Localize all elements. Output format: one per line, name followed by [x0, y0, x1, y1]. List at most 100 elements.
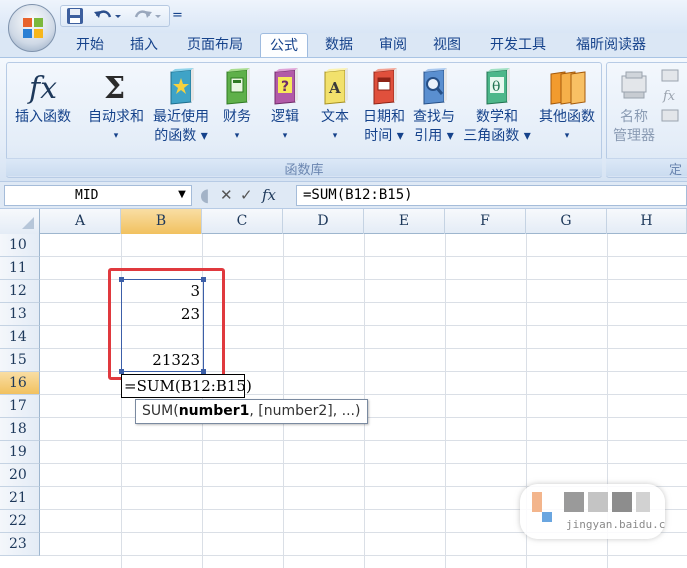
insert-function-fx-icon[interactable]: fx — [262, 185, 276, 206]
formula-controls: ◖ ✕ ✓ fx — [196, 185, 292, 206]
column-header-c[interactable]: C — [202, 209, 283, 234]
row-header-17[interactable]: 17 — [0, 395, 40, 418]
lookup-reference-line1: 查找与 — [413, 109, 455, 125]
svg-text:Σ: Σ — [104, 71, 125, 106]
name-box[interactable]: MID — [4, 185, 192, 206]
tab-data[interactable]: 数据 — [318, 33, 360, 57]
row-header-20[interactable]: 20 — [0, 464, 40, 487]
math-trig-button[interactable]: θ 数学和 三角函数 ▾ — [460, 66, 534, 146]
cell-b16-editor[interactable]: =SUM(B12:B15) — [121, 374, 252, 398]
ribbon: 函数库 定 fx 插入函数 Σ 自动求和 ▾ 最近使用 的函数 ▾ 财务 ▾ ?… — [0, 57, 687, 181]
financial-dropdown-icon: ▾ — [234, 131, 240, 141]
tab-insert[interactable]: 插入 — [124, 33, 164, 57]
lookup-reference-line2: 引用 ▾ — [414, 128, 454, 144]
formula-bar: MID ▼ ◖ ✕ ✓ fx =SUM(B12:B15) — [0, 181, 687, 209]
insert-function-button[interactable]: fx 插入函数 — [8, 66, 78, 127]
autosum-label: 自动求和 — [88, 109, 144, 125]
text-label: 文本 — [321, 109, 349, 125]
sigma-icon: Σ — [104, 71, 125, 106]
tab-home[interactable]: 开始 — [70, 33, 110, 57]
financial-button[interactable]: 财务 ▾ — [216, 66, 258, 146]
row-header-19[interactable]: 19 — [0, 441, 40, 464]
row-header-14[interactable]: 14 — [0, 326, 40, 349]
select-all-corner[interactable] — [0, 209, 40, 234]
office-button[interactable] — [8, 4, 56, 52]
more-functions-dropdown-icon: ▾ — [564, 131, 570, 141]
undo-icon[interactable] — [92, 7, 122, 25]
text-button[interactable]: A 文本 ▾ — [314, 66, 356, 146]
watermark-logo — [564, 492, 584, 512]
tab-foxit-reader[interactable]: 福昕阅读器 — [566, 33, 656, 57]
column-header-b[interactable]: B — [121, 209, 202, 234]
gridline — [445, 234, 446, 568]
defined-names-label: 定 — [606, 158, 687, 178]
name-manager-line2: 管理器 — [613, 128, 655, 144]
row-header-13[interactable]: 13 — [0, 303, 40, 326]
name-manager-button[interactable]: 名称 管理器 — [608, 66, 660, 146]
redo-icon[interactable] — [131, 7, 163, 25]
row-header-18[interactable]: 18 — [0, 418, 40, 441]
tab-developer[interactable]: 开发工具 — [482, 33, 554, 57]
watermark-logo — [588, 492, 608, 512]
tab-view[interactable]: 视图 — [426, 33, 468, 57]
tab-review[interactable]: 审阅 — [372, 33, 414, 57]
recently-used-line2: 的函数 ▾ — [154, 128, 208, 144]
ribbon-tab-bar: 开始 插入 页面布局 公式 数据 审阅 视图 开发工具 福昕阅读器 — [0, 33, 687, 57]
function-argument-tooltip: SUM(number1, [number2], ...) — [135, 399, 368, 424]
math-trig-line2: 三角函数 ▾ — [463, 128, 531, 144]
insert-function-label: 插入函数 — [15, 109, 71, 125]
math-book-icon: θ — [486, 68, 510, 105]
date-time-line1: 日期和 — [363, 109, 405, 125]
row-header-12[interactable]: 12 — [0, 280, 40, 303]
defined-names-small-icons: fx — [661, 69, 679, 122]
watermark-text: jingyan.baidu.c — [566, 518, 666, 531]
tab-page-layout[interactable]: 页面布局 — [180, 33, 250, 57]
row-header-21[interactable]: 21 — [0, 487, 40, 510]
name-manager-icon — [621, 71, 647, 99]
column-header-e[interactable]: E — [364, 209, 445, 234]
office-logo-icon — [23, 18, 43, 38]
row-header-15[interactable]: 15 — [0, 349, 40, 372]
row-header-22[interactable]: 22 — [0, 510, 40, 533]
column-header-d[interactable]: D — [283, 209, 364, 234]
row-header-10[interactable]: 10 — [0, 234, 40, 257]
column-header-g[interactable]: G — [526, 209, 607, 234]
tab-formulas[interactable]: 公式 — [260, 33, 308, 57]
svg-text:?: ? — [281, 79, 289, 95]
customize-qat-button[interactable]: = — [172, 7, 184, 25]
confirm-entry-icon[interactable]: ✓ — [240, 185, 253, 206]
row-header-16[interactable]: 16 — [0, 372, 40, 395]
function-library-label: 函数库 — [6, 158, 602, 178]
recently-used-line1: 最近使用 — [153, 109, 209, 125]
recently-used-button[interactable]: 最近使用 的函数 ▾ — [148, 66, 214, 146]
autosum-dropdown-icon: ▾ — [113, 131, 119, 141]
column-header-f[interactable]: F — [445, 209, 526, 234]
save-icon[interactable] — [66, 7, 84, 25]
logical-button[interactable]: ? 逻辑 ▾ — [264, 66, 306, 146]
fx-icon: fx — [27, 71, 57, 106]
tooltip-function-name[interactable]: SUM( — [142, 403, 179, 419]
math-trig-line1: 数学和 — [476, 109, 518, 125]
more-functions-button[interactable]: 其他函数 ▾ — [534, 66, 600, 146]
annotation-highlight-box — [108, 268, 225, 380]
watermark-logo — [612, 492, 632, 512]
logical-label: 逻辑 — [271, 109, 299, 125]
svg-text:θ: θ — [492, 79, 500, 95]
cancel-entry-icon[interactable]: ✕ — [220, 185, 233, 206]
column-header-h[interactable]: H — [607, 209, 687, 234]
formula-input[interactable]: =SUM(B12:B15) — [296, 185, 687, 206]
autosum-button[interactable]: Σ 自动求和 ▾ — [84, 66, 148, 146]
watermark: jingyan.baidu.c — [520, 484, 665, 539]
more-books-icon — [550, 71, 586, 105]
lookup-reference-button[interactable]: 查找与 引用 ▾ — [410, 66, 458, 146]
svg-text:fx: fx — [27, 71, 57, 106]
title-bar: = — [0, 0, 687, 33]
watermark-logo — [542, 512, 552, 522]
row-header-23[interactable]: 23 — [0, 533, 40, 556]
row-header-11[interactable]: 11 — [0, 257, 40, 280]
name-box-dropdown-icon[interactable]: ▼ — [174, 185, 190, 204]
name-manager-line1: 名称 — [620, 109, 648, 125]
column-header-a[interactable]: A — [40, 209, 121, 234]
recent-book-icon — [170, 68, 194, 105]
date-time-button[interactable]: 日期和 时间 ▾ — [360, 66, 408, 146]
